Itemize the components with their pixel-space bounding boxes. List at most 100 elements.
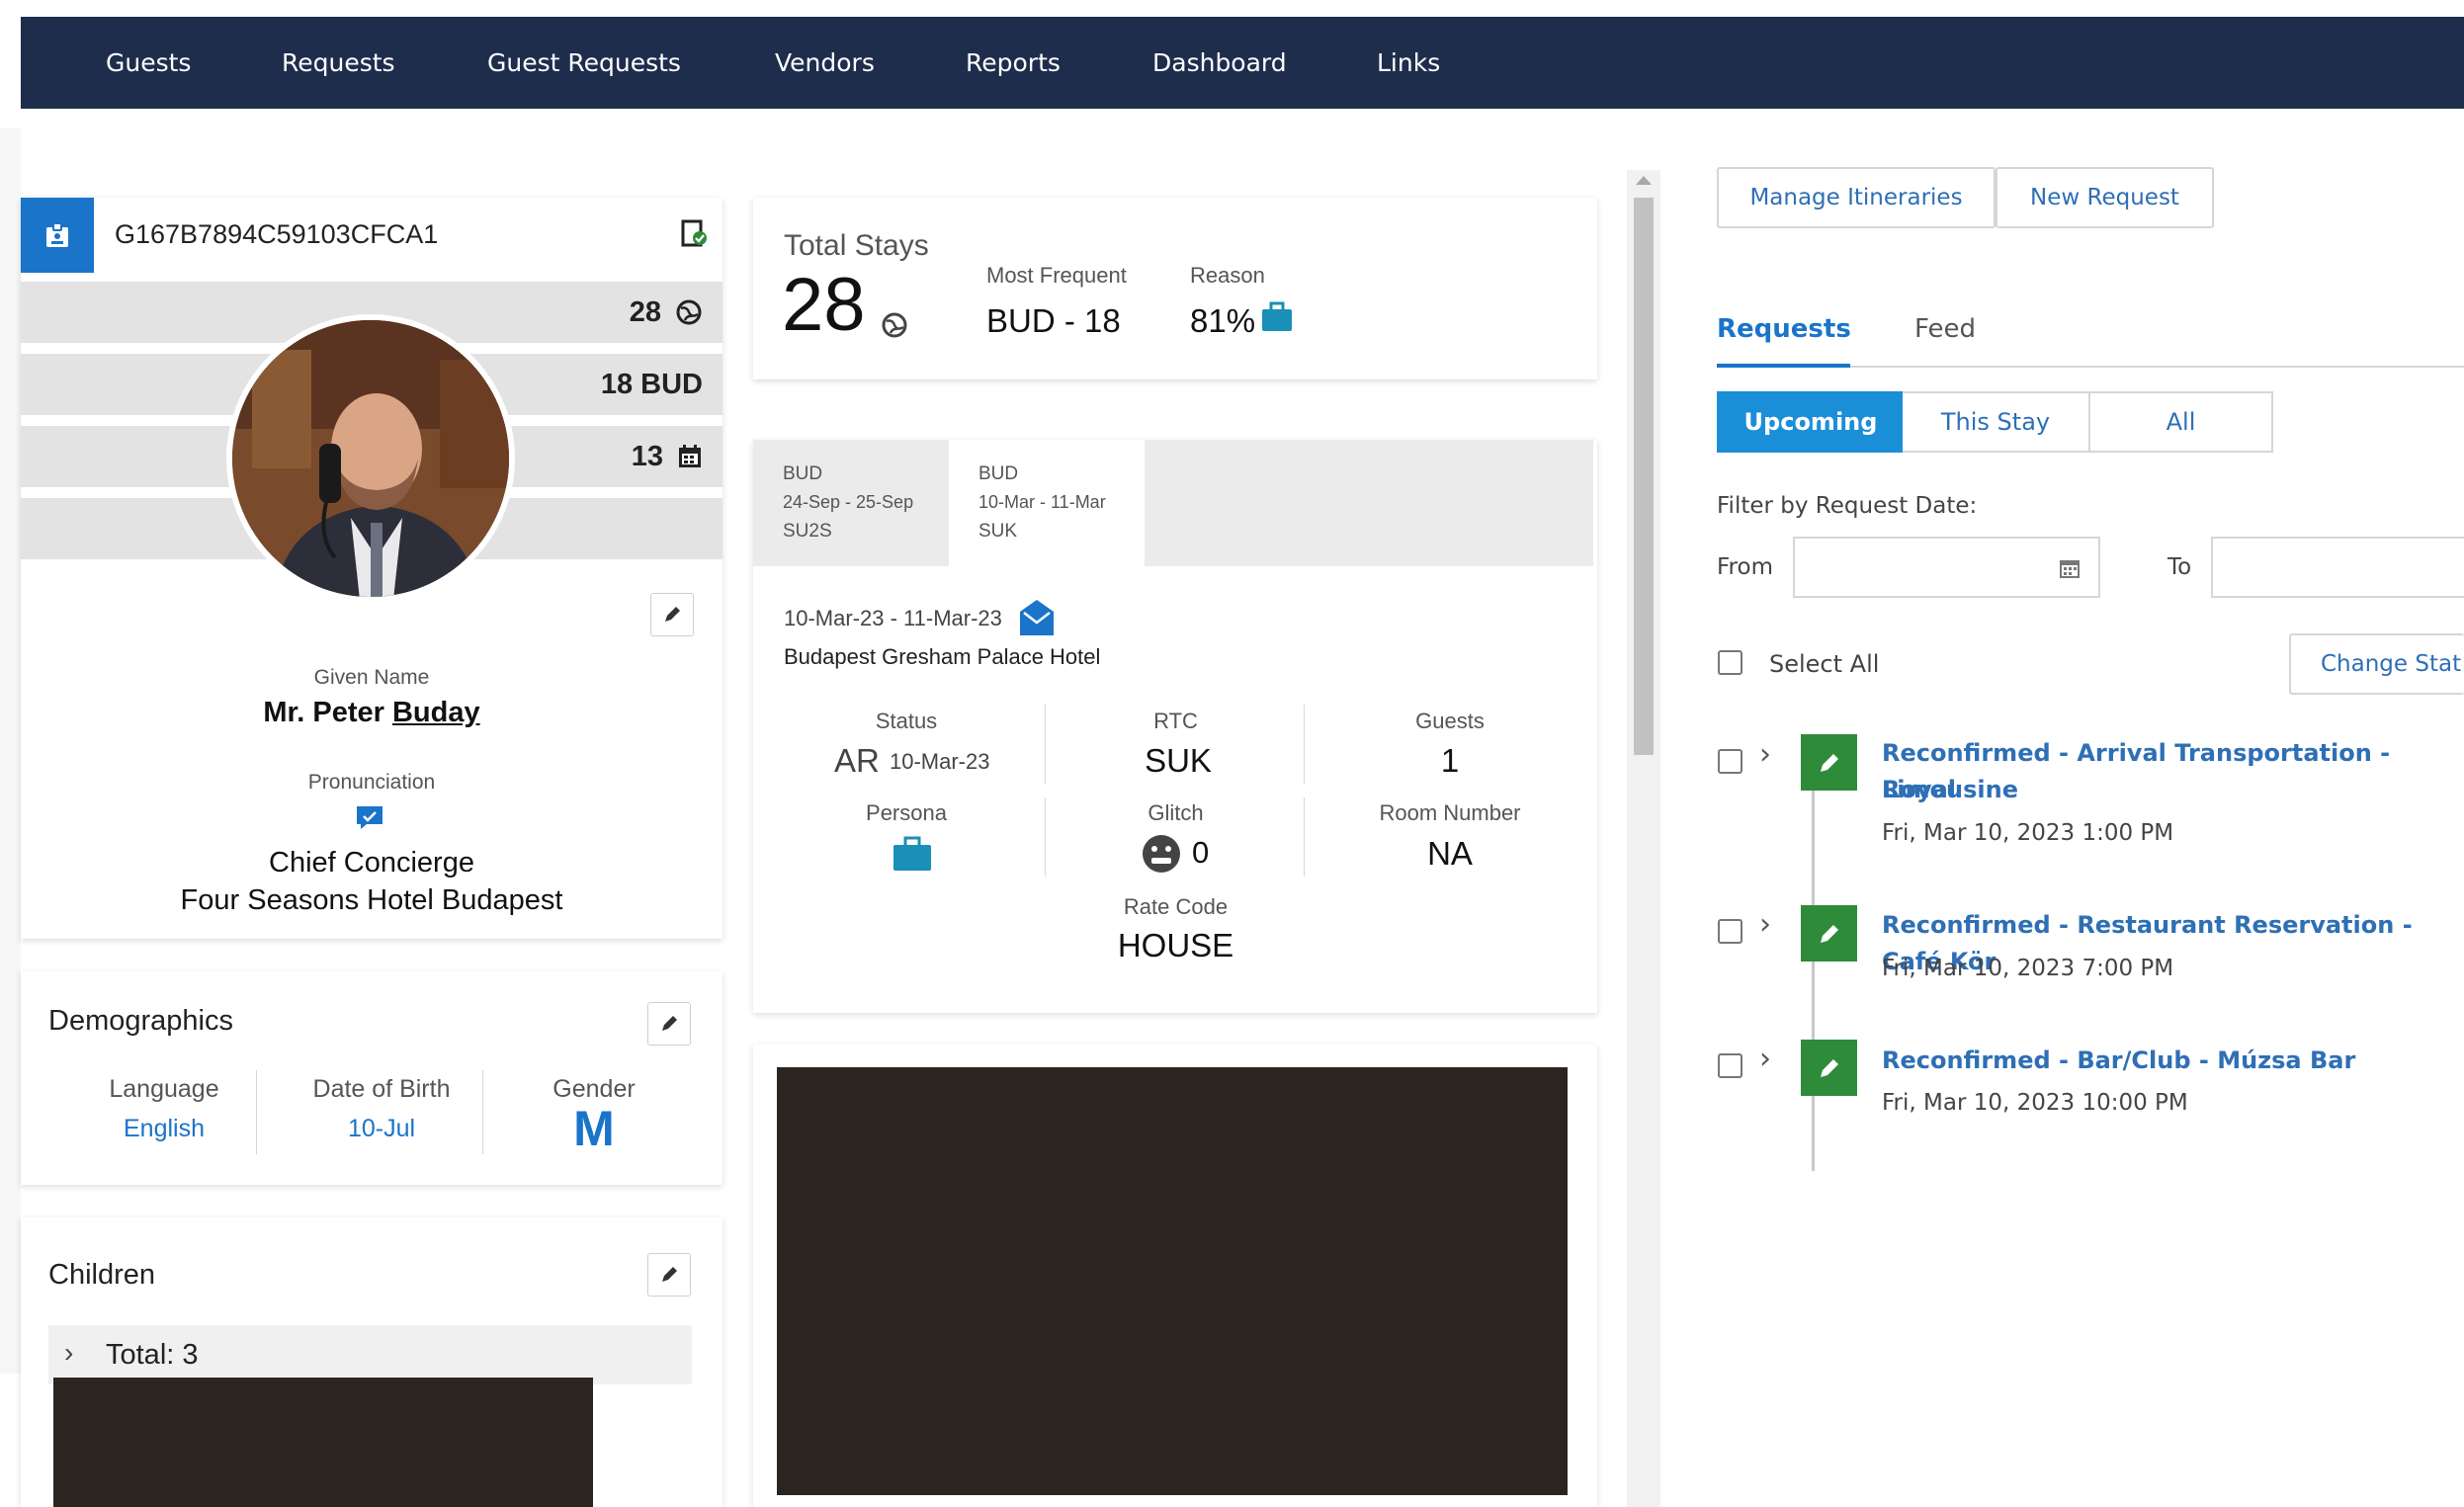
stay-tab-1[interactable]: BUD 24-Sep - 25-Sep SU2S <box>753 440 949 566</box>
demographics-card: Demographics Language English Date of Bi… <box>21 971 722 1185</box>
demographics-heading: Demographics <box>48 1005 233 1037</box>
rtc-value: SUK <box>1145 742 1212 779</box>
divider <box>256 1070 257 1154</box>
globe-icon <box>881 311 908 344</box>
chevron-right-icon[interactable]: › <box>1759 907 1771 942</box>
stay-hotel-name: Budapest Gresham Palace Hotel <box>784 644 1101 669</box>
request-title-cont[interactable]: Limousine <box>1882 772 2018 808</box>
nav-reports[interactable]: Reports <box>966 17 1061 109</box>
request-edit-button[interactable] <box>1801 905 1857 962</box>
nav-requests[interactable]: Requests <box>282 17 395 109</box>
stats-card: Total Stays 28 Most Frequent BUD - 18 Re… <box>753 198 1597 379</box>
stay-tab-code: BUD <box>783 463 823 484</box>
nav-links[interactable]: Links <box>1377 17 1440 109</box>
scroll-up-arrow-icon[interactable] <box>1636 176 1652 185</box>
status-date: 10-Mar-23 <box>890 749 990 774</box>
id-badge-icon <box>21 198 94 273</box>
edit-children-button[interactable] <box>647 1253 691 1297</box>
band-frequent-value: 18 BUD <box>601 354 703 415</box>
guest-name-last[interactable]: Buday <box>392 697 480 728</box>
new-request-button[interactable]: New Request <box>1996 167 2214 228</box>
segment-this-stay[interactable]: This Stay <box>1903 391 2090 453</box>
request-checkbox[interactable] <box>1718 919 1742 944</box>
app-root: Guests Requests Guest Requests Vendors R… <box>0 0 2464 1507</box>
children-total: Total: 3 <box>106 1339 199 1371</box>
language-label: Language <box>109 1075 219 1103</box>
change-status-button[interactable]: Change Stat <box>2289 633 2464 695</box>
stay-tab-dates: 24-Sep - 25-Sep <box>783 492 914 512</box>
redacted-media <box>777 1067 1568 1495</box>
guest-avatar <box>226 314 515 603</box>
request-checkbox[interactable] <box>1718 1053 1742 1078</box>
left-edge <box>0 128 21 1374</box>
request-date: Fri, Mar 10, 2023 10:00 PM <box>1882 1090 2188 1116</box>
guest-id-bar: G167B7894C59103CFCA1 <box>21 198 722 273</box>
select-all-checkbox[interactable] <box>1718 650 1742 675</box>
filter-label: Filter by Request Date: <box>1717 493 1978 519</box>
segment-all[interactable]: All <box>2088 391 2273 453</box>
request-timeline <box>1812 791 1815 1171</box>
chevron-right-icon[interactable]: › <box>1759 737 1771 772</box>
nav-vendors[interactable]: Vendors <box>775 17 875 109</box>
glitch-label: Glitch <box>1147 800 1204 825</box>
manage-itineraries-button[interactable]: Manage Itineraries <box>1717 167 1996 228</box>
tab-feed[interactable]: Feed <box>1914 314 1976 344</box>
pronunciation-icon[interactable] <box>355 804 384 835</box>
to-date-input[interactable] <box>2211 537 2464 598</box>
guest-company: Four Seasons Hotel Budapest <box>180 884 563 916</box>
children-total-row[interactable]: › Total: 3 <box>48 1325 692 1384</box>
guest-name-first: Mr. Peter <box>263 697 392 728</box>
pencil-icon <box>1820 924 1838 943</box>
room-number-value: NA <box>1427 835 1473 872</box>
children-card: Children › Total: 3 <box>21 1217 722 1507</box>
divider <box>482 1070 483 1154</box>
from-date-input[interactable] <box>1793 537 2100 598</box>
chevron-right-icon[interactable]: › <box>1759 1042 1771 1076</box>
request-edit-button[interactable] <box>1801 734 1857 791</box>
request-edit-button[interactable] <box>1801 1040 1857 1096</box>
guest-title: Chief Concierge <box>269 847 474 879</box>
divider <box>1304 705 1305 784</box>
glitch-face-icon <box>1141 833 1182 879</box>
persona-label: Persona <box>866 800 947 825</box>
rate-code-value: HOUSE <box>1117 927 1234 963</box>
top-navbar: Guests Requests Guest Requests Vendors R… <box>21 17 2464 109</box>
guest-id: G167B7894C59103CFCA1 <box>115 219 439 249</box>
nav-dashboard[interactable]: Dashboard <box>1152 17 1287 109</box>
glitch-value: 0 <box>1192 835 1210 870</box>
document-check-icon[interactable] <box>681 219 707 254</box>
most-frequent-value: BUD - 18 <box>986 302 1121 339</box>
guest-name: Mr. Peter Buday <box>21 697 722 729</box>
scrollbar-thumb[interactable] <box>1634 198 1654 755</box>
nav-guest-requests[interactable]: Guest Requests <box>487 17 681 109</box>
reason-label: Reason <box>1190 263 1265 288</box>
calendar-icon[interactable] <box>2059 557 2081 579</box>
to-label: To <box>2167 554 2192 580</box>
tab-requests[interactable]: Requests <box>1717 314 1851 344</box>
segment-upcoming[interactable]: Upcoming <box>1717 391 1905 453</box>
divider <box>1045 705 1046 784</box>
status-label: Status <box>875 709 938 733</box>
room-number-label: Room Number <box>1379 800 1521 825</box>
band-stays-value: 28 <box>630 282 703 343</box>
most-frequent-label: Most Frequent <box>986 263 1127 288</box>
request-date: Fri, Mar 10, 2023 1:00 PM <box>1882 820 2174 846</box>
stay-tab-2[interactable]: BUD 10-Mar - 11-Mar SUK <box>949 440 1145 566</box>
top-strip <box>0 0 2464 17</box>
dob-label: Date of Birth <box>312 1075 451 1103</box>
nav-guests[interactable]: Guests <box>106 17 191 109</box>
request-checkbox[interactable] <box>1718 749 1742 774</box>
envelope-open-icon[interactable] <box>1018 598 1056 642</box>
select-all-label: Select All <box>1769 650 1880 678</box>
stay-card: BUD 24-Sep - 25-Sep SU2S BUD 10-Mar - 11… <box>753 440 1597 1013</box>
guests-label: Guests <box>1415 709 1485 733</box>
pencil-icon <box>1820 753 1838 772</box>
guests-value: 1 <box>1440 742 1460 779</box>
from-label: From <box>1717 554 1773 580</box>
edit-profile-button[interactable] <box>650 593 694 636</box>
request-title[interactable]: Reconfirmed - Bar/Club - Múzsa Bar <box>1882 1043 2355 1079</box>
edit-demographics-button[interactable] <box>647 1002 691 1046</box>
pencil-icon <box>1820 1058 1838 1077</box>
nights-count: 13 <box>631 441 663 472</box>
chevron-right-icon: › <box>64 1337 74 1368</box>
